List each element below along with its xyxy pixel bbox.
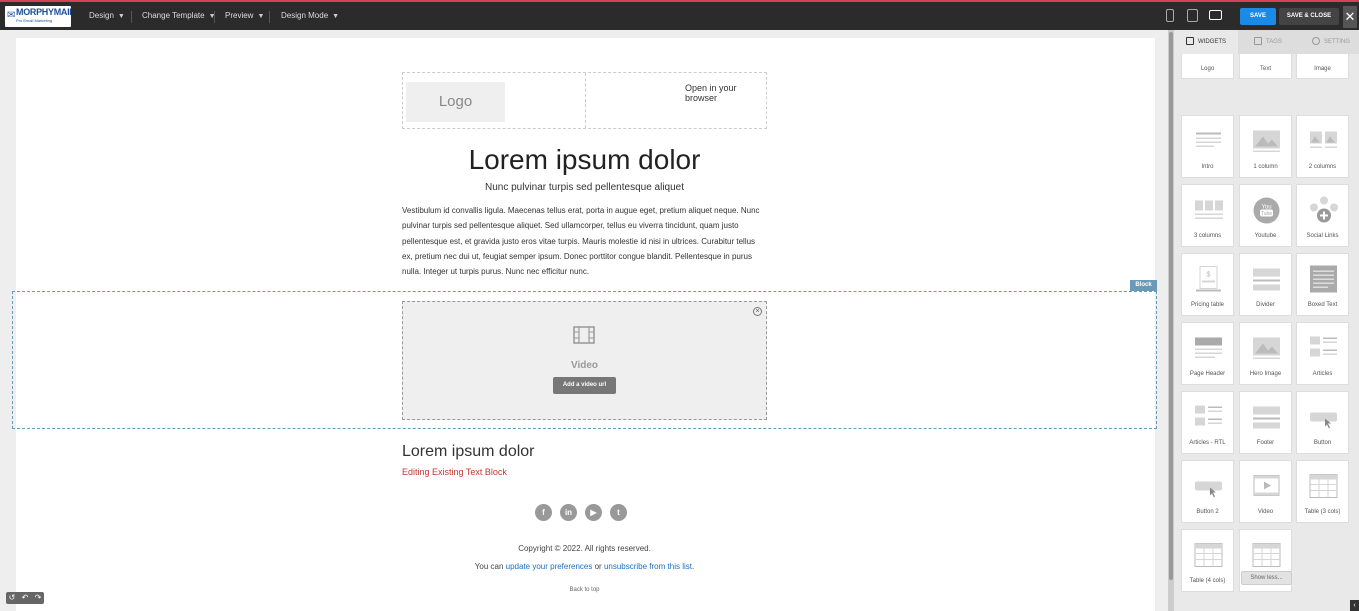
logo-placeholder[interactable]: Logo [406, 82, 505, 122]
canvas-scrollbar-thumb[interactable] [1169, 32, 1173, 580]
gear-icon [1312, 37, 1320, 46]
chevron-down-icon: ▼ [257, 13, 265, 20]
widgets-icon [1186, 37, 1194, 46]
open-in-browser-link[interactable]: Open in your browser [685, 83, 766, 103]
video-placeholder[interactable]: Video Add a video url × [402, 301, 767, 420]
save-button[interactable]: SAVE [1240, 8, 1276, 25]
chevron-down-icon: ▼ [117, 13, 125, 20]
menu-preview[interactable]: Preview ▼ [225, 2, 264, 30]
panel-tabs: WIDGETS TAGS SETTING [1174, 30, 1359, 54]
unsubscribe-link[interactable]: unsubscribe from this list [604, 562, 692, 571]
menu-design[interactable]: Design ▼ [89, 2, 125, 30]
film-icon [573, 326, 595, 344]
undo-icon[interactable]: ↶ [19, 592, 31, 604]
email-header-row[interactable]: Logo Open in your browser [402, 72, 767, 129]
menu-change-template[interactable]: Change Template ▼ [142, 2, 216, 30]
pref-prefix: You can [474, 562, 506, 571]
top-toolbar: ✉ MORPHYMAIL Pro Email Marketing Design ▼… [0, 0, 1359, 30]
preferences-line: You can update your preferences or unsub… [402, 562, 767, 571]
menu-label: Change Template [142, 11, 205, 20]
menu-divider [214, 11, 215, 23]
history-icon[interactable]: ↺ [6, 592, 18, 604]
email-title[interactable]: Lorem ipsum dolor [402, 144, 767, 176]
redo-icon[interactable]: ↷ [32, 592, 44, 604]
copyright-text: Copyright © 2022. All rights reserved. [518, 544, 651, 553]
tab-label: TAGS [1266, 39, 1282, 45]
menu-divider [131, 11, 132, 23]
back-to-top-link[interactable]: Back to top [402, 587, 767, 593]
twitter-icon[interactable]: t [610, 504, 627, 521]
email-paragraph[interactable]: Vestibulum id convallis ligula. Maecenas… [402, 203, 767, 279]
video-label: Video [570, 360, 599, 371]
tab-label: WIDGETS [1198, 39, 1226, 45]
menu-label: Design Mode [281, 11, 329, 20]
mobile-icon[interactable] [1166, 9, 1174, 22]
logo-name: MORPHYMAIL [16, 7, 71, 17]
tablet-icon[interactable] [1187, 9, 1198, 22]
history-controls: ↺ ↶ ↷ [6, 592, 44, 604]
menu-label: Design [89, 11, 114, 20]
linkedin-icon[interactable]: in [560, 504, 577, 521]
remove-block-icon[interactable]: × [753, 307, 762, 316]
tab-tags[interactable]: TAGS [1254, 30, 1304, 54]
section-heading[interactable]: Lorem ipsum dolor [402, 443, 535, 461]
chevron-down-icon: ▼ [332, 13, 340, 20]
save-and-close-button[interactable]: SAVE & CLOSE [1279, 8, 1339, 25]
app-logo: ✉ MORPHYMAIL Pro Email Marketing [5, 6, 71, 27]
email-subtitle[interactable]: Nunc pulvinar turpis sed pellentesque al… [402, 182, 767, 193]
tab-setting[interactable]: SETTING [1312, 30, 1359, 54]
tab-widgets[interactable]: WIDGETS [1174, 30, 1238, 54]
menu-divider [269, 11, 270, 23]
tab-label: SETTING [1324, 39, 1351, 45]
widgets-panel: WIDGETS TAGS SETTING [1174, 30, 1359, 611]
youtube-icon[interactable]: ▶ [585, 504, 602, 521]
desktop-icon[interactable] [1209, 10, 1222, 20]
menu-design-mode[interactable]: Design Mode ▼ [281, 2, 339, 30]
facebook-icon[interactable]: f [535, 504, 552, 521]
tag-icon [1254, 37, 1262, 46]
editing-text-block[interactable]: Editing Existing Text Block [402, 467, 507, 477]
update-preferences-link[interactable]: update your preferences [506, 562, 593, 571]
pref-suffix: . [691, 562, 695, 571]
logo-mark-icon: ✉ [7, 10, 16, 21]
pref-middle: or [592, 562, 604, 571]
column-divider [585, 73, 586, 128]
close-icon[interactable]: ✕ [1343, 6, 1357, 28]
add-video-url-button[interactable]: Add a video url [553, 377, 616, 394]
menu-label: Preview [225, 11, 254, 20]
logo-tagline: Pro Email Marketing [16, 18, 53, 23]
block-tag[interactable]: Block [1130, 280, 1157, 291]
